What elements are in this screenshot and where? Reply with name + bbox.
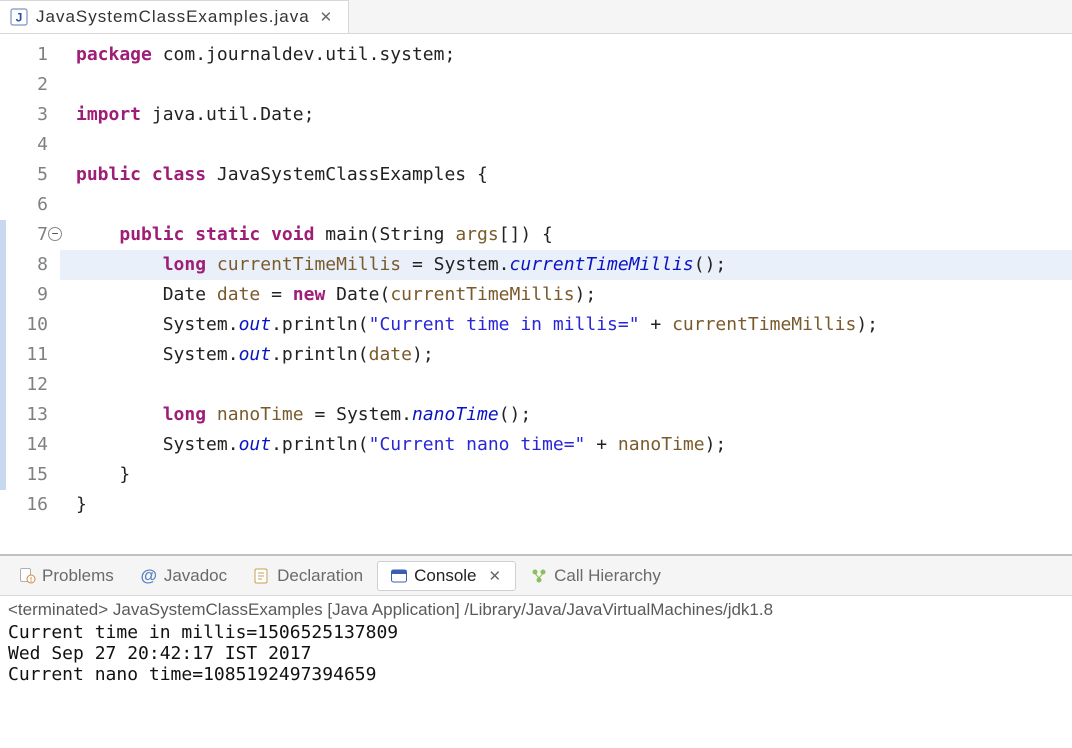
- bottom-panel: ! Problems @ Javadoc Decla: [0, 554, 1072, 748]
- code-line[interactable]: long currentTimeMillis = System.currentT…: [60, 250, 1072, 280]
- code-line[interactable]: System.out.println("Current nano time=" …: [60, 430, 1072, 460]
- code-line[interactable]: [60, 190, 1072, 220]
- run-description: <terminated> JavaSystemClassExamples [Ja…: [8, 600, 1064, 620]
- tab-call-hierarchy-label: Call Hierarchy: [554, 566, 661, 586]
- tab-call-hierarchy[interactable]: Call Hierarchy: [518, 562, 673, 590]
- line-number: 4: [0, 130, 60, 160]
- line-number: 5: [0, 160, 60, 190]
- line-number: 15: [0, 460, 60, 490]
- javadoc-icon: @: [140, 567, 158, 585]
- editor-tab[interactable]: J JavaSystemClassExamples.java ✕: [0, 0, 349, 33]
- problems-icon: !: [18, 567, 36, 585]
- tab-javadoc[interactable]: @ Javadoc: [128, 562, 239, 590]
- declaration-icon: [253, 567, 271, 585]
- line-number: 3: [0, 100, 60, 130]
- tab-javadoc-label: Javadoc: [164, 566, 227, 586]
- line-number: 9: [0, 280, 60, 310]
- console-body[interactable]: <terminated> JavaSystemClassExamples [Ja…: [0, 596, 1072, 748]
- code-line[interactable]: long nanoTime = System.nanoTime();: [60, 400, 1072, 430]
- tab-declaration[interactable]: Declaration: [241, 562, 375, 590]
- line-number: 12: [0, 370, 60, 400]
- editor-tabstrip: J JavaSystemClassExamples.java ✕: [0, 0, 1072, 34]
- java-file-icon: J: [10, 8, 28, 26]
- line-number: 16: [0, 490, 60, 520]
- fold-toggle-icon[interactable]: −: [48, 227, 62, 241]
- code-line[interactable]: [60, 370, 1072, 400]
- code-line[interactable]: }: [60, 490, 1072, 520]
- line-number: 6: [0, 190, 60, 220]
- close-icon[interactable]: ✕: [318, 8, 335, 26]
- console-icon: [390, 567, 408, 585]
- line-number-gutter: 1234567−8910111213141516: [0, 34, 60, 554]
- editor-tab-title: JavaSystemClassExamples.java: [36, 7, 310, 27]
- code-line[interactable]: public class JavaSystemClassExamples {: [60, 160, 1072, 190]
- bottom-tabstrip: ! Problems @ Javadoc Decla: [0, 556, 1072, 596]
- close-icon[interactable]: ✕: [487, 567, 504, 585]
- line-number: 10: [0, 310, 60, 340]
- code-line[interactable]: }: [60, 460, 1072, 490]
- svg-text:J: J: [16, 11, 23, 25]
- code-content[interactable]: package com.journaldev.util.system; impor…: [60, 34, 1072, 554]
- svg-text:!: !: [30, 577, 32, 584]
- line-number: 11: [0, 340, 60, 370]
- code-line[interactable]: package com.journaldev.util.system;: [60, 40, 1072, 70]
- line-number: 8: [0, 250, 60, 280]
- code-line[interactable]: [60, 70, 1072, 100]
- line-number: 14: [0, 430, 60, 460]
- line-number: 2: [0, 70, 60, 100]
- console-output: Current time in millis=1506525137809 Wed…: [8, 622, 1064, 685]
- code-line[interactable]: import java.util.Date;: [60, 100, 1072, 130]
- tab-problems-label: Problems: [42, 566, 114, 586]
- call-hierarchy-icon: [530, 567, 548, 585]
- code-line[interactable]: public static void main(String args[]) {: [60, 220, 1072, 250]
- code-line[interactable]: [60, 130, 1072, 160]
- code-line[interactable]: System.out.println(date);: [60, 340, 1072, 370]
- editor-area[interactable]: 1234567−8910111213141516 package com.jou…: [0, 34, 1072, 554]
- tab-declaration-label: Declaration: [277, 566, 363, 586]
- code-line[interactable]: System.out.println("Current time in mill…: [60, 310, 1072, 340]
- code-line[interactable]: Date date = new Date(currentTimeMillis);: [60, 280, 1072, 310]
- line-number: 7−: [0, 220, 60, 250]
- line-number: 1: [0, 40, 60, 70]
- tab-problems[interactable]: ! Problems: [6, 562, 126, 590]
- ide-root: J JavaSystemClassExamples.java ✕ 1234567…: [0, 0, 1072, 748]
- line-number: 13: [0, 400, 60, 430]
- tab-console[interactable]: Console ✕: [377, 561, 516, 591]
- tab-console-label: Console: [414, 566, 476, 586]
